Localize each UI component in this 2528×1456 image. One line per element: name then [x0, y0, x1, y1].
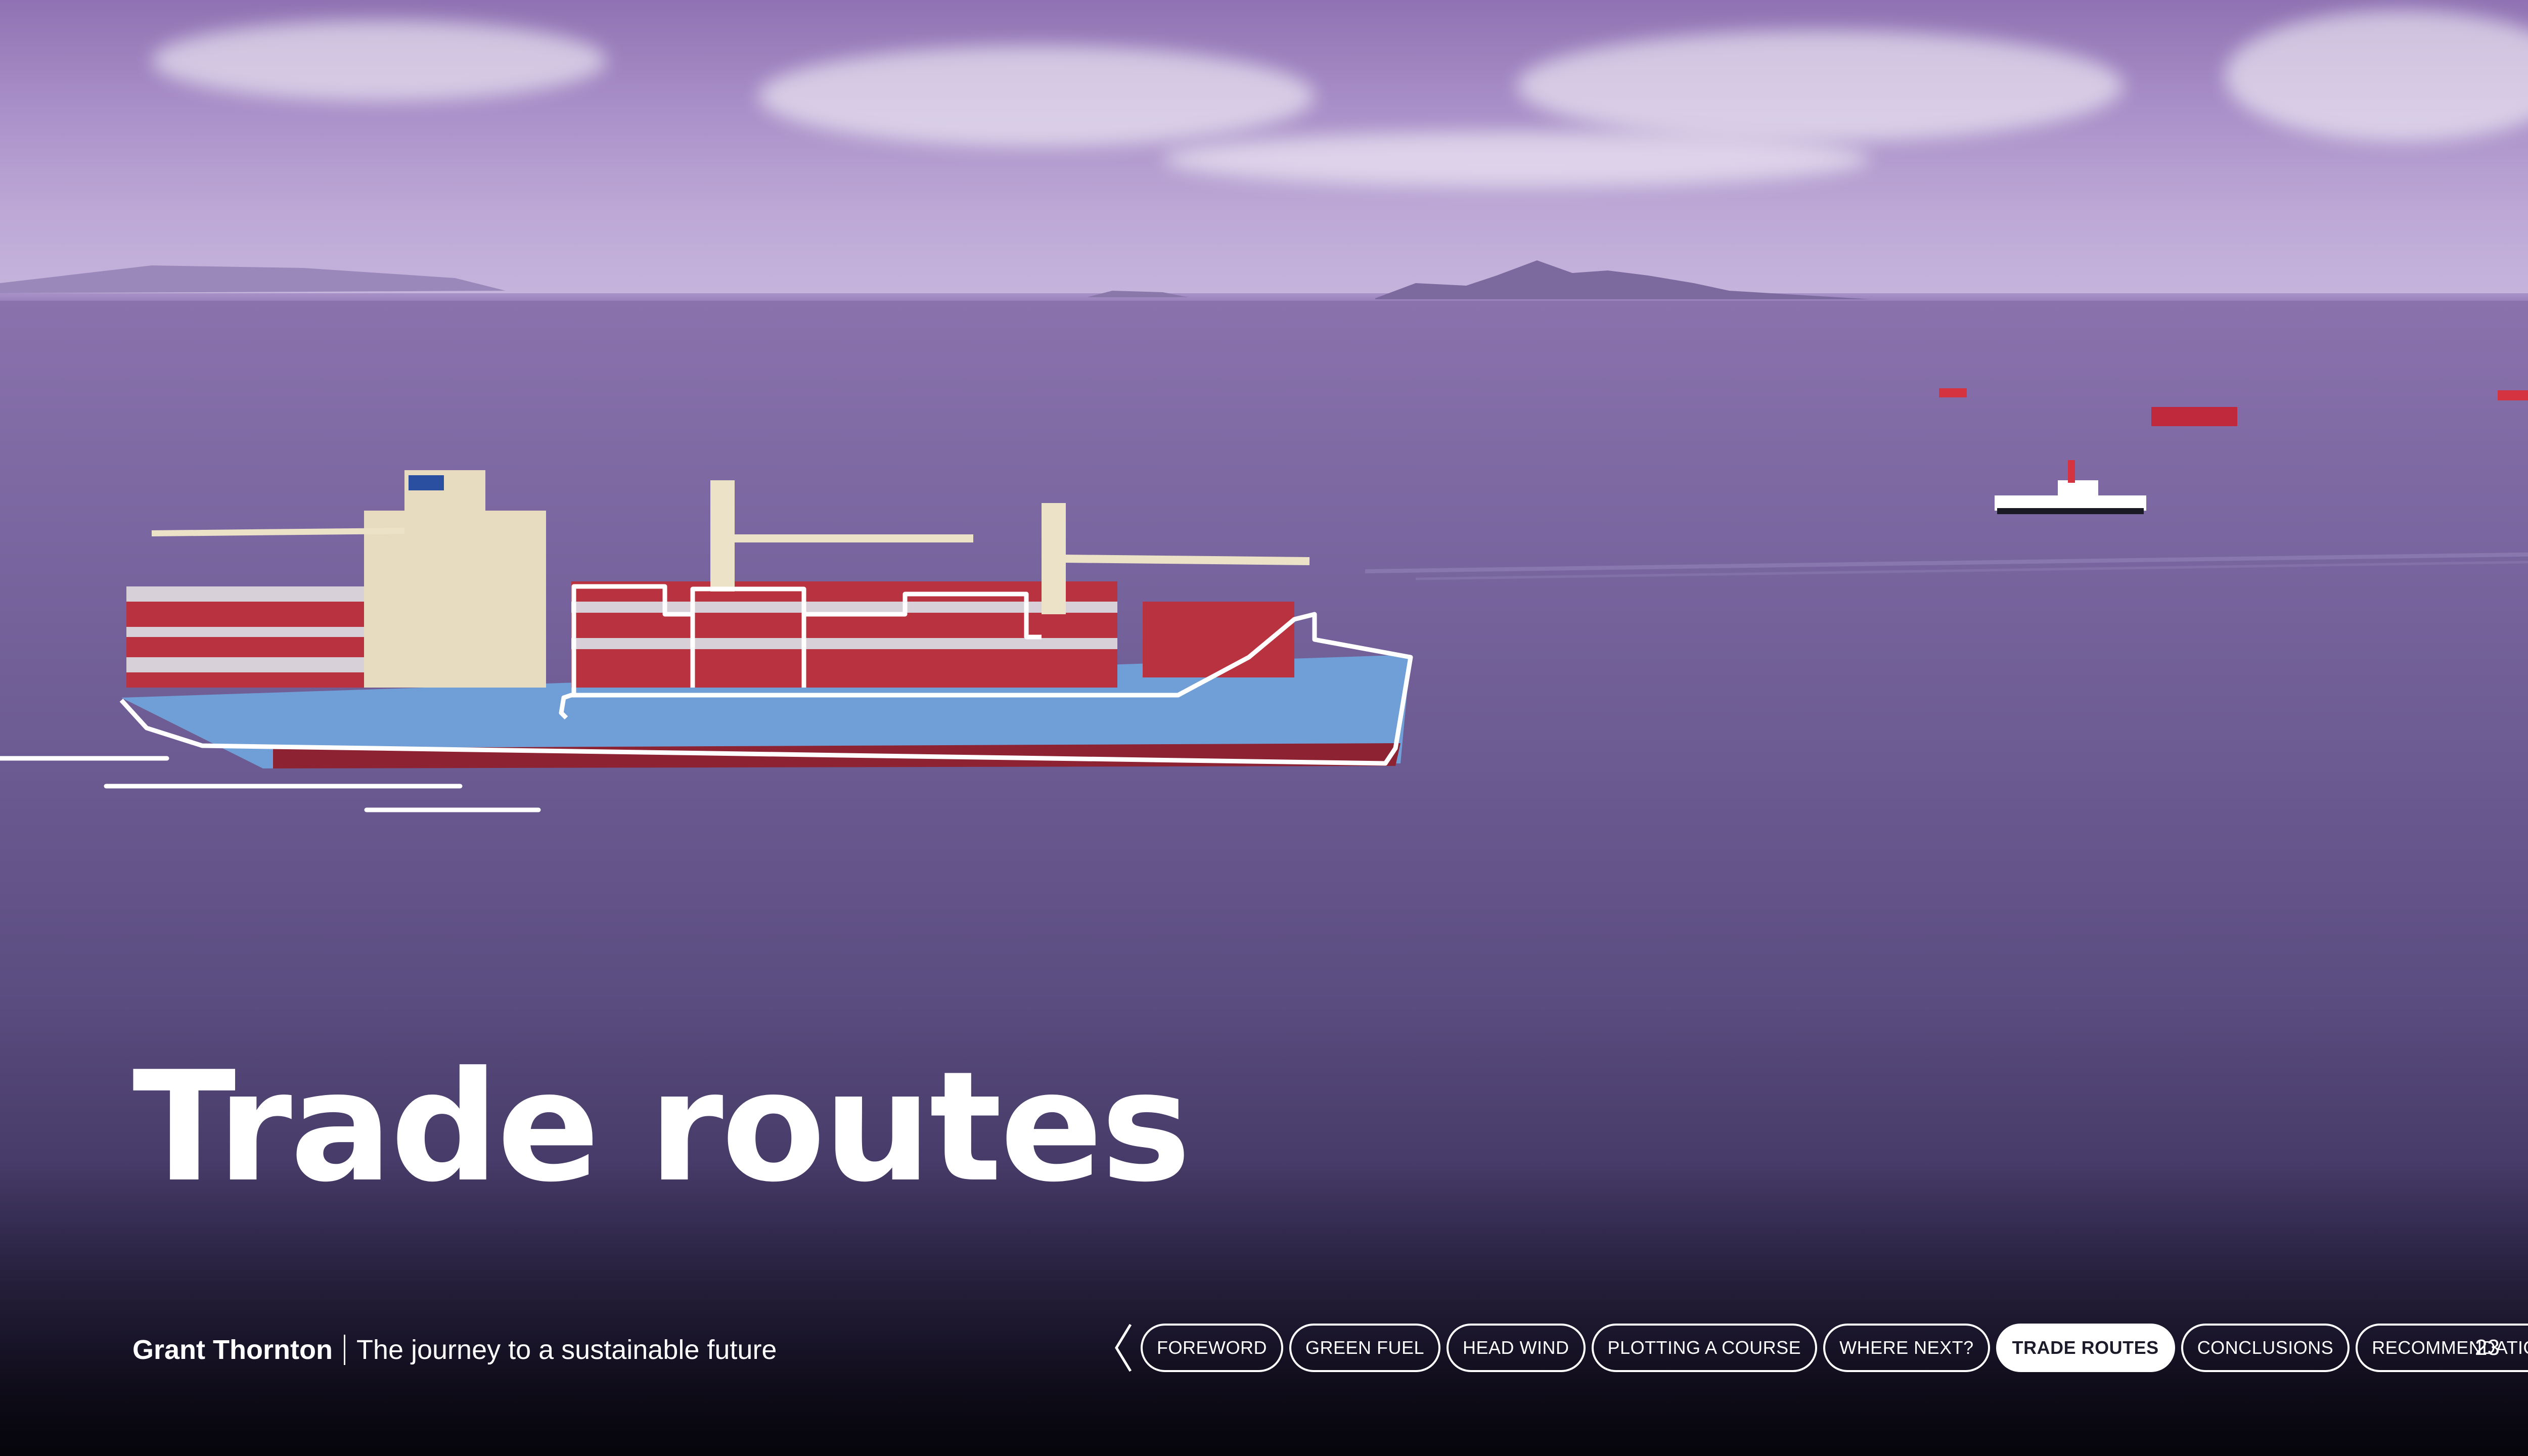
- nav-tab-green-fuel[interactable]: GREEN FUEL: [1289, 1324, 1441, 1372]
- small-ship: [1939, 388, 2528, 514]
- distant-island: [0, 265, 506, 293]
- section-nav: FOREWORD GREEN FUEL HEAD WIND PLOTTING A…: [1112, 1322, 2528, 1374]
- slide-title: Trade routes: [132, 1039, 1191, 1215]
- footer-divider: [343, 1335, 345, 1365]
- nav-tab-conclusions[interactable]: CONCLUSIONS: [2181, 1324, 2350, 1372]
- container-ship: [121, 470, 1411, 768]
- nav-tab-head-wind[interactable]: HEAD WIND: [1447, 1324, 1586, 1372]
- wake-line: [1365, 552, 2528, 573]
- page-number: 23: [2475, 1335, 2500, 1360]
- chevron-left-icon[interactable]: [1112, 1322, 1135, 1374]
- nav-tab-plotting-a-course[interactable]: PLOTTING A COURSE: [1591, 1324, 1818, 1372]
- distant-island: [1375, 260, 1871, 299]
- report-subtitle: The journey to a sustainable future: [356, 1335, 777, 1365]
- nav-tab-recommendations[interactable]: RECOMMENDATIONS: [2356, 1324, 2528, 1372]
- nav-tab-trade-routes[interactable]: TRADE ROUTES: [1996, 1324, 2175, 1372]
- footer-credit: Grant Thornton The journey to a sustaina…: [132, 1330, 777, 1370]
- nav-tab-where-next[interactable]: WHERE NEXT?: [1823, 1324, 1990, 1372]
- distant-island: [1087, 291, 1188, 297]
- nav-tab-foreword[interactable]: FOREWORD: [1141, 1324, 1283, 1372]
- background-photo: [0, 0, 2528, 1456]
- brand-name: Grant Thornton: [132, 1335, 333, 1365]
